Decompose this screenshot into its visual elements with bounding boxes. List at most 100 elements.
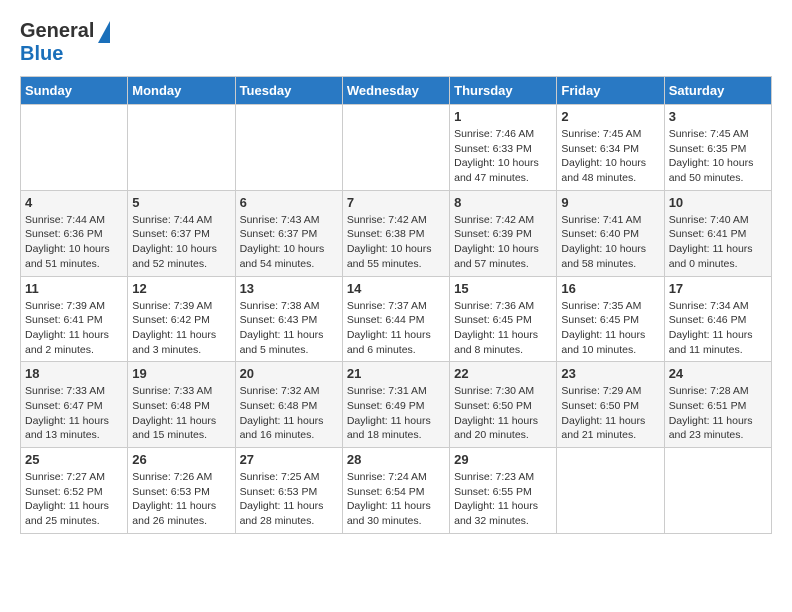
day-number: 29	[454, 452, 552, 467]
calendar-cell	[557, 448, 664, 534]
header-friday: Friday	[557, 77, 664, 105]
calendar-cell: 26 Sunrise: 7:26 AMSunset: 6:53 PMDayligh…	[128, 448, 235, 534]
day-number: 21	[347, 366, 445, 381]
calendar-cell: 6 Sunrise: 7:43 AMSunset: 6:37 PMDaylight…	[235, 190, 342, 276]
day-number: 17	[669, 281, 767, 296]
day-number: 25	[25, 452, 123, 467]
day-info: Sunrise: 7:42 AMSunset: 6:38 PMDaylight:…	[347, 213, 445, 272]
day-info: Sunrise: 7:45 AMSunset: 6:34 PMDaylight:…	[561, 127, 659, 186]
day-info: Sunrise: 7:45 AMSunset: 6:35 PMDaylight:…	[669, 127, 767, 186]
day-info: Sunrise: 7:25 AMSunset: 6:53 PMDaylight:…	[240, 470, 338, 529]
header-thursday: Thursday	[450, 77, 557, 105]
day-number: 4	[25, 195, 123, 210]
calendar-cell: 27Sunrise: 7:25 AMSunset: 6:53 PMDayligh…	[235, 448, 342, 534]
calendar-cell: 10 Sunrise: 7:40 AMSunset: 6:41 PMDayligh…	[664, 190, 771, 276]
day-number: 16	[561, 281, 659, 296]
day-info: Sunrise: 7:40 AMSunset: 6:41 PMDaylight:…	[669, 213, 767, 272]
day-info: Sunrise: 7:24 AMSunset: 6:54 PMDaylight:…	[347, 470, 445, 529]
day-info: Sunrise: 7:39 AMSunset: 6:42 PMDaylight:…	[132, 299, 230, 358]
day-info: Sunrise: 7:28 AMSunset: 6:51 PMDaylight:…	[669, 384, 767, 443]
header-monday: Monday	[128, 77, 235, 105]
day-info: Sunrise: 7:33 AMSunset: 6:47 PMDaylight:…	[25, 384, 123, 443]
day-number: 3	[669, 109, 767, 124]
day-number: 28	[347, 452, 445, 467]
day-info: Sunrise: 7:26 AMSunset: 6:53 PMDaylight:…	[132, 470, 230, 529]
header-sunday: Sunday	[21, 77, 128, 105]
calendar-cell: 9 Sunrise: 7:41 AMSunset: 6:40 PMDaylight…	[557, 190, 664, 276]
day-number: 22	[454, 366, 552, 381]
day-info: Sunrise: 7:27 AMSunset: 6:52 PMDaylight:…	[25, 470, 123, 529]
calendar-week-2: 4 Sunrise: 7:44 AMSunset: 6:36 PMDaylight…	[21, 190, 772, 276]
day-info: Sunrise: 7:38 AMSunset: 6:43 PMDaylight:…	[240, 299, 338, 358]
calendar-cell	[342, 105, 449, 191]
day-number: 1	[454, 109, 552, 124]
day-info: Sunrise: 7:31 AMSunset: 6:49 PMDaylight:…	[347, 384, 445, 443]
calendar-cell: 25 Sunrise: 7:27 AMSunset: 6:52 PMDayligh…	[21, 448, 128, 534]
calendar-cell: 1 Sunrise: 7:46 AMSunset: 6:33 PMDaylight…	[450, 105, 557, 191]
day-number: 14	[347, 281, 445, 296]
calendar-table: SundayMondayTuesdayWednesdayThursdayFrid…	[20, 76, 772, 534]
day-number: 8	[454, 195, 552, 210]
calendar-cell: 8 Sunrise: 7:42 AMSunset: 6:39 PMDaylight…	[450, 190, 557, 276]
day-info: Sunrise: 7:44 AMSunset: 6:36 PMDaylight:…	[25, 213, 123, 272]
calendar-week-3: 11Sunrise: 7:39 AMSunset: 6:41 PMDayligh…	[21, 276, 772, 362]
header-tuesday: Tuesday	[235, 77, 342, 105]
calendar-cell: 22 Sunrise: 7:30 AMSunset: 6:50 PMDayligh…	[450, 362, 557, 448]
day-number: 2	[561, 109, 659, 124]
day-number: 26	[132, 452, 230, 467]
logo-general-text: General	[20, 20, 94, 43]
day-number: 6	[240, 195, 338, 210]
day-info: Sunrise: 7:32 AMSunset: 6:48 PMDaylight:…	[240, 384, 338, 443]
day-info: Sunrise: 7:36 AMSunset: 6:45 PMDaylight:…	[454, 299, 552, 358]
header-wednesday: Wednesday	[342, 77, 449, 105]
header-row: SundayMondayTuesdayWednesdayThursdayFrid…	[21, 77, 772, 105]
day-number: 12	[132, 281, 230, 296]
calendar-cell	[128, 105, 235, 191]
calendar-cell	[21, 105, 128, 191]
calendar-cell: 24 Sunrise: 7:28 AMSunset: 6:51 PMDayligh…	[664, 362, 771, 448]
calendar-cell: 20Sunrise: 7:32 AMSunset: 6:48 PMDayligh…	[235, 362, 342, 448]
day-info: Sunrise: 7:37 AMSunset: 6:44 PMDaylight:…	[347, 299, 445, 358]
calendar-cell: 19Sunrise: 7:33 AMSunset: 6:48 PMDayligh…	[128, 362, 235, 448]
day-number: 24	[669, 366, 767, 381]
day-info: Sunrise: 7:43 AMSunset: 6:37 PMDaylight:…	[240, 213, 338, 272]
calendar-cell: 14 Sunrise: 7:37 AMSunset: 6:44 PMDayligh…	[342, 276, 449, 362]
calendar-cell: 4 Sunrise: 7:44 AMSunset: 6:36 PMDaylight…	[21, 190, 128, 276]
day-number: 13	[240, 281, 338, 296]
day-info: Sunrise: 7:30 AMSunset: 6:50 PMDaylight:…	[454, 384, 552, 443]
day-number: 23	[561, 366, 659, 381]
logo-blue-text: Blue	[20, 43, 63, 65]
day-number: 5	[132, 195, 230, 210]
calendar-week-4: 18 Sunrise: 7:33 AMSunset: 6:47 PMDayligh…	[21, 362, 772, 448]
day-number: 10	[669, 195, 767, 210]
day-info: Sunrise: 7:33 AMSunset: 6:48 PMDaylight:…	[132, 384, 230, 443]
day-info: Sunrise: 7:44 AMSunset: 6:37 PMDaylight:…	[132, 213, 230, 272]
day-info: Sunrise: 7:34 AMSunset: 6:46 PMDaylight:…	[669, 299, 767, 358]
calendar-cell	[235, 105, 342, 191]
day-number: 9	[561, 195, 659, 210]
calendar-week-5: 25 Sunrise: 7:27 AMSunset: 6:52 PMDayligh…	[21, 448, 772, 534]
day-info: Sunrise: 7:23 AMSunset: 6:55 PMDaylight:…	[454, 470, 552, 529]
calendar-cell: 18 Sunrise: 7:33 AMSunset: 6:47 PMDayligh…	[21, 362, 128, 448]
logo: General Blue	[20, 20, 110, 66]
logo-triangle-icon	[98, 21, 110, 43]
day-info: Sunrise: 7:39 AMSunset: 6:41 PMDaylight:…	[25, 299, 123, 358]
calendar-cell	[664, 448, 771, 534]
calendar-cell: 15Sunrise: 7:36 AMSunset: 6:45 PMDayligh…	[450, 276, 557, 362]
day-info: Sunrise: 7:29 AMSunset: 6:50 PMDaylight:…	[561, 384, 659, 443]
calendar-cell: 2 Sunrise: 7:45 AMSunset: 6:34 PMDaylight…	[557, 105, 664, 191]
calendar-cell: 13 Sunrise: 7:38 AMSunset: 6:43 PMDayligh…	[235, 276, 342, 362]
calendar-cell: 12 Sunrise: 7:39 AMSunset: 6:42 PMDayligh…	[128, 276, 235, 362]
calendar-cell: 16Sunrise: 7:35 AMSunset: 6:45 PMDayligh…	[557, 276, 664, 362]
calendar-cell: 7 Sunrise: 7:42 AMSunset: 6:38 PMDaylight…	[342, 190, 449, 276]
day-info: Sunrise: 7:42 AMSunset: 6:39 PMDaylight:…	[454, 213, 552, 272]
day-info: Sunrise: 7:46 AMSunset: 6:33 PMDaylight:…	[454, 127, 552, 186]
calendar-cell: 5 Sunrise: 7:44 AMSunset: 6:37 PMDaylight…	[128, 190, 235, 276]
day-number: 7	[347, 195, 445, 210]
day-number: 18	[25, 366, 123, 381]
page-header: General Blue	[20, 20, 772, 66]
day-info: Sunrise: 7:41 AMSunset: 6:40 PMDaylight:…	[561, 213, 659, 272]
calendar-cell: 21 Sunrise: 7:31 AMSunset: 6:49 PMDayligh…	[342, 362, 449, 448]
calendar-cell: 29 Sunrise: 7:23 AMSunset: 6:55 PMDayligh…	[450, 448, 557, 534]
calendar-cell: 28 Sunrise: 7:24 AMSunset: 6:54 PMDayligh…	[342, 448, 449, 534]
